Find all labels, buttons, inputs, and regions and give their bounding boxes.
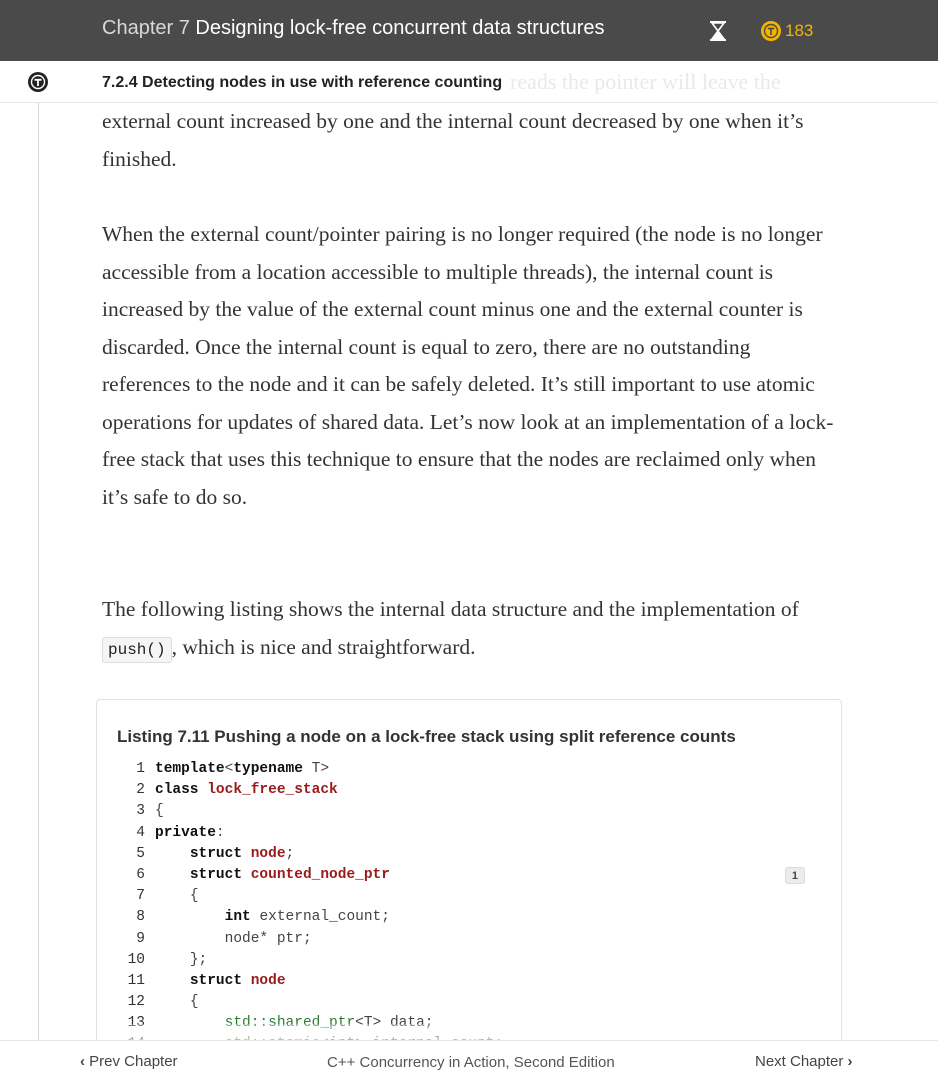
chapter-number: Chapter 7 (102, 17, 190, 39)
line-number: 2 (136, 782, 145, 799)
line-number: 4 (136, 824, 145, 841)
code-line: 6 struct counted_node_ptr 1 (117, 865, 827, 886)
code-token: node (250, 845, 286, 862)
code-block: 1 template<typename T> 2 class lock_free_st… (117, 759, 827, 1058)
code-token: lock_free_stack (207, 782, 338, 799)
code-line: 5 struct node; (117, 844, 827, 865)
code-token: private (155, 824, 216, 841)
line-number: 7 (136, 888, 145, 905)
paragraph-3-text-b: , which is nice and straightforward. (171, 634, 476, 659)
annotation-badge[interactable]: 1 (784, 866, 805, 884)
code-token: template (155, 761, 225, 777)
code-token: T> (302, 761, 330, 777)
code-token: : (215, 824, 225, 841)
paragraph-3: The following listing shows the internal… (102, 591, 842, 669)
code-token: external_count; (259, 909, 390, 926)
code-line: 3{ (117, 801, 827, 822)
code-token: typename (233, 761, 303, 777)
paragraph-2: When the external count/pointer pairing … (102, 222, 834, 509)
line-number: 11 (127, 972, 145, 989)
next-chapter-label: Next Chapter (755, 1053, 844, 1070)
code-token: counted_node_ptr (250, 866, 390, 883)
paragraph-1: external count increased by one and the … (102, 109, 804, 171)
inline-code-push: push() (102, 636, 172, 663)
left-margin-rule (38, 103, 39, 1040)
code-token: { (155, 803, 164, 820)
line-number: 8 (136, 909, 145, 926)
code-token: { (189, 994, 199, 1011)
code-token: node (250, 972, 286, 989)
hourglass-icon[interactable] (707, 20, 729, 42)
code-token: int (224, 909, 260, 926)
section-header: reads the pointer will leave the 7.2.4 D… (0, 61, 938, 103)
line-number: 3 (136, 803, 145, 820)
code-line: 12 { (117, 992, 827, 1013)
section-title: 7.2.4 Detecting nodes in use with refere… (102, 74, 503, 91)
code-token: struct (189, 972, 251, 989)
line-number: 6 (136, 866, 145, 883)
book-title: C++ Concurrency in Action, Second Editio… (327, 1054, 615, 1071)
top-bar: Chapter 7 Designing lock-free concurrent… (0, 0, 938, 61)
code-line: 8 int external_count; (117, 907, 827, 928)
line-number: 9 (136, 930, 145, 947)
chapter-heading: Chapter 7 Designing lock-free concurrent… (102, 17, 605, 40)
code-line: 1 template<typename T> (117, 759, 827, 780)
token-count: 183 (785, 21, 814, 40)
chapter-title[interactable]: Designing lock-free concurrent data stru… (195, 17, 604, 39)
scrolled-text-ghost: reads the pointer will leave the (510, 69, 781, 94)
code-token: struct (189, 866, 251, 883)
code-line: 2 class lock_free_stack (117, 780, 827, 801)
manning-logo-icon[interactable] (27, 71, 49, 93)
code-token: { (189, 888, 199, 905)
line-number: 5 (136, 845, 145, 862)
code-line: 10 }; (117, 950, 827, 971)
code-token: node* ptr; (224, 930, 312, 947)
line-number: 1 (136, 761, 145, 777)
code-token: class (155, 782, 208, 799)
code-line: 7 { (117, 886, 827, 907)
chevron-left-icon: ‹ (80, 1053, 85, 1070)
token-balance[interactable]: 183 (761, 20, 813, 42)
code-line: 4 private: (117, 823, 827, 844)
code-token: }; (189, 951, 208, 968)
code-token: struct (189, 845, 251, 862)
listing-caption: Listing 7.11 Pushing a node on a lock-fr… (117, 727, 736, 746)
prev-chapter-label: Prev Chapter (89, 1053, 178, 1070)
footer-nav: ‹ Prev Chapter C++ Concurrency in Action… (0, 1040, 938, 1080)
chevron-right-icon: › (847, 1053, 853, 1070)
code-line: 9 node* ptr; (117, 929, 827, 950)
paragraph-3-text-a: The following listing shows the internal… (102, 597, 799, 621)
code-listing: Listing 7.11 Pushing a node on a lock-fr… (96, 699, 842, 1059)
line-number: 10 (127, 951, 145, 968)
code-token: ; (285, 845, 295, 862)
prev-chapter-link[interactable]: ‹ Prev Chapter (80, 1053, 178, 1070)
next-chapter-link[interactable]: Next Chapter › (755, 1053, 853, 1070)
token-coin-icon (761, 21, 781, 41)
line-number: 12 (127, 994, 145, 1011)
code-line: 11 struct node (117, 971, 827, 992)
